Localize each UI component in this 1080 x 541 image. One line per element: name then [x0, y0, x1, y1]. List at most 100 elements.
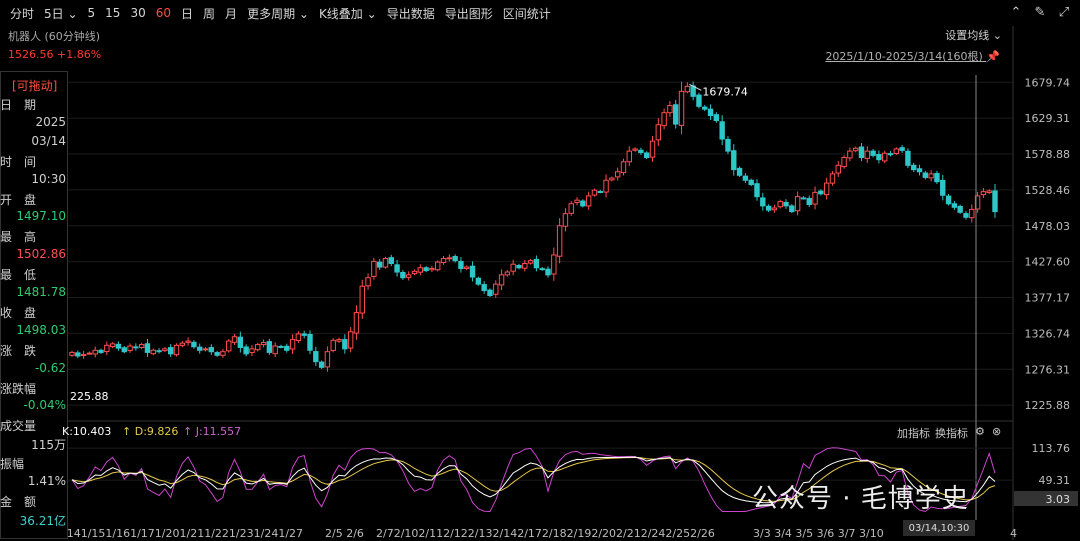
candle-body-150	[940, 179, 946, 196]
price-tick-5: 1427.60	[1025, 256, 1071, 269]
candle-body-11	[133, 346, 139, 349]
candle-body-104	[673, 104, 679, 125]
candle-body-117	[748, 179, 754, 186]
candle-body-159	[992, 190, 998, 213]
candle-body-131	[829, 173, 836, 184]
price-tick-3: 1528.46	[1025, 184, 1071, 197]
candle-body-142	[893, 148, 900, 155]
candle-body-3	[86, 352, 93, 355]
candle-body-127	[806, 197, 812, 205]
info-label-2: 开 盘	[0, 193, 37, 207]
candle-body-105	[678, 90, 685, 126]
candle-body-86	[568, 203, 574, 214]
candle-body-100	[649, 140, 656, 158]
candle-body-60	[417, 267, 424, 273]
info-label-5: 收 盘	[0, 306, 37, 320]
candle-body-114	[731, 150, 737, 171]
candle-body-113	[725, 138, 731, 152]
candle-body-13	[144, 343, 151, 353]
candle-body-137	[864, 150, 870, 159]
candle-body-98	[638, 149, 644, 154]
price-tick-9: 1225.88	[1025, 399, 1071, 412]
candle-body-149	[934, 172, 940, 183]
candle-body-143	[899, 147, 905, 151]
candle-body-35	[272, 345, 278, 355]
candle-body-130	[823, 182, 830, 196]
price-tick-0: 1679.74	[1025, 76, 1071, 89]
candle-body-154	[963, 213, 969, 218]
change-indicator-button[interactable]: 换指标	[935, 425, 968, 441]
price-chart[interactable]: 1679.74 1629.31 1578.88 1528.46 1478.03 1427.…	[0, 0, 1080, 540]
candle-body-18	[173, 344, 180, 356]
candle-body-85	[562, 213, 569, 227]
candle-body-96	[626, 150, 632, 163]
candle-body-108	[696, 94, 702, 107]
candle-body-67	[458, 261, 464, 269]
candle-body-12	[138, 344, 145, 348]
candle-body-110	[707, 108, 714, 117]
candle-body-50	[359, 285, 365, 314]
candle-body-121	[771, 207, 778, 211]
price-tick-8: 1276.31	[1025, 363, 1071, 376]
candle-body-25	[214, 352, 220, 356]
candle-body-87	[574, 199, 580, 203]
candle-body-132	[835, 164, 841, 174]
candle-body-21	[191, 341, 197, 348]
candle-body-38	[289, 339, 296, 350]
settings-icon[interactable]: ⚙	[975, 425, 985, 438]
info-value-4: 1502.86	[16, 247, 66, 261]
watermark: 公众号 · 毛博学史	[752, 484, 969, 514]
ma-setting-dropdown[interactable]: 设置均线 ⌄	[945, 27, 1002, 43]
candle-body-15	[156, 350, 162, 353]
candle-body-58	[405, 274, 412, 278]
candle-body-33	[260, 341, 267, 346]
price-tick-7: 1326.74	[1025, 327, 1071, 340]
candle-body-106	[684, 85, 691, 93]
kdj-k-label: K:10.403	[62, 425, 112, 438]
close-icon[interactable]: ⊗	[992, 425, 1001, 438]
candle-body-26	[220, 351, 226, 356]
candle-body-63	[435, 261, 441, 271]
add-indicator-button[interactable]: 加指标	[897, 425, 930, 441]
candle-body-8	[115, 343, 122, 349]
candle-body-120	[765, 205, 772, 211]
candle-body-124	[789, 205, 795, 213]
info-value-6: 1498.03	[16, 323, 66, 337]
crosshair-time-label: 03/14,10:30	[903, 520, 975, 536]
candle-body-10	[127, 345, 133, 351]
candle-body-42	[313, 351, 319, 363]
kdj-last-label: 3.03	[1046, 493, 1071, 506]
candle-body-70	[475, 277, 482, 285]
candle-body-59	[411, 270, 418, 275]
info-label-10: 金 额	[0, 495, 37, 509]
candle-body-99	[643, 152, 650, 159]
candle-body-14	[150, 349, 156, 355]
candle-body-43	[318, 361, 325, 368]
info-value-3: 1497.10	[16, 209, 66, 223]
candle-body-135	[852, 147, 859, 152]
date-range-label[interactable]: 2025/1/10-2025/3/14(160根) 📌	[825, 48, 1000, 64]
candle-body-46	[336, 339, 342, 342]
candle-body-118	[754, 183, 760, 198]
pin-icon[interactable]: 📌	[986, 50, 1000, 63]
max-annotation-label: 1679.74	[702, 85, 748, 98]
info-label-1: 时 间	[0, 155, 37, 169]
candle-body-136	[858, 146, 865, 159]
candle-body-76	[510, 263, 516, 272]
candle-body-133	[841, 157, 847, 168]
candle-body-111	[713, 114, 720, 122]
candle-body-75	[504, 271, 511, 276]
candle-body-51	[365, 277, 371, 287]
candle-body-20	[185, 340, 191, 343]
candle-body-126	[800, 197, 807, 200]
info-panel[interactable]: [可拖动] 日 期 2025 03/14 时 间 10:30 开 盘 1497.10 最 高 1…	[0, 71, 68, 541]
candle-body-49	[353, 312, 360, 334]
drag-label[interactable]: [可拖动]	[12, 77, 57, 94]
candle-body-138	[870, 150, 876, 156]
candle-body-27	[226, 340, 232, 352]
candle-body-151	[945, 195, 952, 205]
candle-body-83	[551, 254, 557, 275]
candle-body-39	[295, 333, 302, 341]
candle-body-48	[347, 331, 354, 349]
info-value-10: 1.41%	[27, 474, 66, 488]
